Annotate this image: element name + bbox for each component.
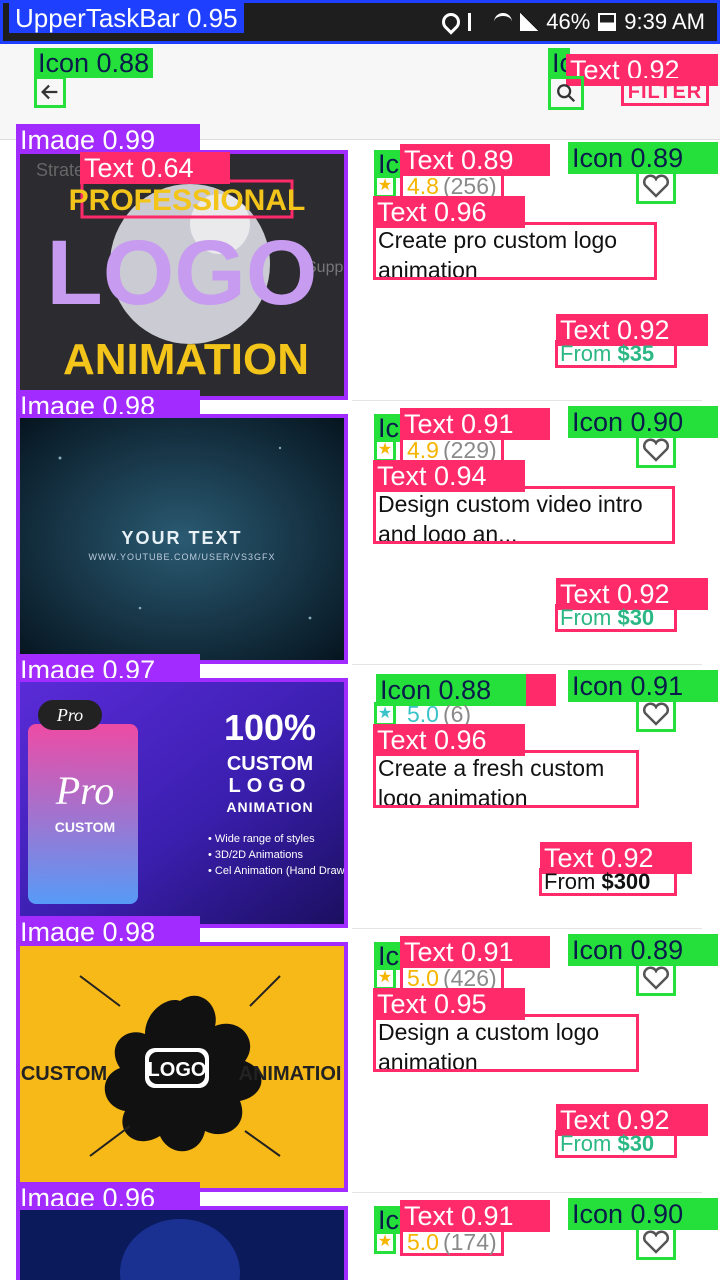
thumb-text-custom: CUSTOM: [227, 753, 313, 775]
price-from: From: [560, 341, 612, 366]
favorite-button[interactable]: [636, 1224, 676, 1260]
overlay-text-label: Text 0.64: [80, 152, 230, 184]
rating-value: 5.0: [407, 1228, 439, 1255]
thumb-text-pro-badge: Pro: [56, 705, 83, 725]
thumb-text-professional: PROFESSIONAL: [69, 184, 306, 217]
thumb-bullet-2: • 3D/2D Animations: [208, 849, 303, 861]
gig-thumbnail[interactable]: YOUR TEXT WWW.YOUTUBE.COM/USER/VS3GFX: [16, 414, 348, 664]
thumbnail-partial: [20, 1210, 344, 1280]
location-icon: [438, 9, 464, 35]
clock: 9:39 AM: [624, 9, 705, 34]
thumb-text-custom: CUSTOM: [21, 1063, 107, 1085]
review-count: (174): [442, 1228, 497, 1255]
favorite-button[interactable]: [636, 432, 676, 468]
card-divider: [352, 664, 702, 665]
card-divider: [352, 400, 702, 401]
gig-thumbnail[interactable]: Strategy Support PROFESSIONAL LOGO ANIMA…: [16, 150, 348, 400]
price-amount: $30: [617, 605, 655, 630]
gig-price: From $35: [555, 340, 677, 368]
gig-title[interactable]: Create a fresh custom logo animation: [373, 750, 639, 808]
thumb-text-url: WWW.YOUTUBE.COM/USER/VS3GFX: [88, 552, 275, 562]
arrow-left-icon: [41, 84, 58, 100]
card-divider: [352, 1192, 702, 1193]
filter-button[interactable]: FILTER: [621, 78, 709, 106]
thumb-bullet-1: • Wide range of styles: [208, 833, 315, 845]
gig-title[interactable]: Design a custom logo animation: [373, 1014, 639, 1072]
price-amount: $35: [617, 341, 655, 366]
thumb-text-animation: ANIMATION: [63, 335, 309, 384]
gig-thumbnail[interactable]: [16, 1206, 348, 1280]
gig-rating: ★ 5.0 (174): [374, 1228, 504, 1256]
thumbnail-pro-custom: Pro Pro CUSTOM 100% CUSTOM LOGO ANIMATIO…: [20, 682, 344, 924]
card-divider: [352, 928, 702, 929]
thumb-text-your-text: YOUR TEXT: [121, 528, 242, 548]
star-icon: ★: [374, 1230, 396, 1254]
status-bar-right: 46% 9:39 AM: [438, 7, 705, 37]
thumb-text-animation: ANIMATIOI: [239, 1063, 342, 1085]
price-from: From: [560, 605, 612, 630]
gig-thumbnail[interactable]: Pro Pro CUSTOM 100% CUSTOM LOGO ANIMATIO…: [16, 678, 348, 928]
heart-icon: [643, 966, 669, 990]
star-icon: ★: [374, 966, 396, 990]
thumb-text-animation: ANIMATION: [226, 799, 313, 815]
back-icon-label: Icon 0.88: [34, 48, 154, 78]
status-bar: UpperTaskBar 0.95 46% 9:39 AM: [0, 0, 720, 44]
signal-icon: [520, 13, 539, 31]
battery-percent: 46%: [546, 9, 591, 34]
price-from: From: [560, 1131, 612, 1156]
gig-price: From $300: [539, 868, 677, 896]
search-icon: [557, 84, 576, 103]
gig-title[interactable]: Design custom video intro and logo an...: [373, 486, 675, 544]
favorite-button[interactable]: [636, 168, 676, 204]
favorite-button[interactable]: [636, 960, 676, 996]
thumb-text-pro: Pro: [55, 768, 115, 813]
gig-price: From $30: [555, 1130, 677, 1158]
heart-icon: [643, 1230, 669, 1254]
rating-value-box: 5.0 (174): [400, 1228, 504, 1256]
gig-title[interactable]: Create pro custom logo animation: [373, 222, 657, 280]
heart-icon: [643, 174, 669, 198]
battery-icon: [598, 13, 617, 31]
heart-icon: [643, 702, 669, 726]
gig-thumbnail[interactable]: LOGO CUSTOM ANIMATIOI: [16, 942, 348, 1192]
price-amount: $30: [617, 1131, 655, 1156]
thumbnail-video-intro: YOUR TEXT WWW.YOUTUBE.COM/USER/VS3GFX: [20, 418, 344, 660]
wifi-icon: [494, 13, 513, 31]
thumbnail-logo-animation: Strategy Support PROFESSIONAL LOGO ANIMA…: [20, 154, 344, 396]
star-icon: ★: [374, 438, 396, 462]
thumb-text-logo: LOGO: [148, 1059, 207, 1081]
favorite-button[interactable]: [636, 696, 676, 732]
price-from: From: [544, 869, 596, 894]
status-bar-label: UpperTaskBar 0.95: [9, 3, 244, 33]
app-screen: UpperTaskBar 0.95 46% 9:39 AM Icon 0.88 …: [0, 0, 720, 1280]
star-icon: ★: [374, 702, 396, 726]
thumb-text-logo: LOGO: [47, 222, 318, 324]
search-button[interactable]: [548, 76, 584, 110]
bluetooth-icon: [468, 13, 486, 31]
thumb-text-logo: LOGO: [229, 775, 312, 797]
thumb-text-100: 100%: [224, 707, 316, 748]
thumbnail-custom-logo-yellow: LOGO CUSTOM ANIMATIOI: [20, 946, 344, 1188]
gig-price: From $30: [555, 604, 677, 632]
heart-icon: [643, 438, 669, 462]
back-button[interactable]: [34, 76, 66, 108]
price-amount: $300: [601, 869, 651, 894]
thumb-bullet-3: • Cel Animation (Hand Draw: [208, 865, 344, 877]
star-icon: ★: [374, 174, 396, 198]
thumb-text-custom-small: CUSTOM: [55, 819, 115, 835]
